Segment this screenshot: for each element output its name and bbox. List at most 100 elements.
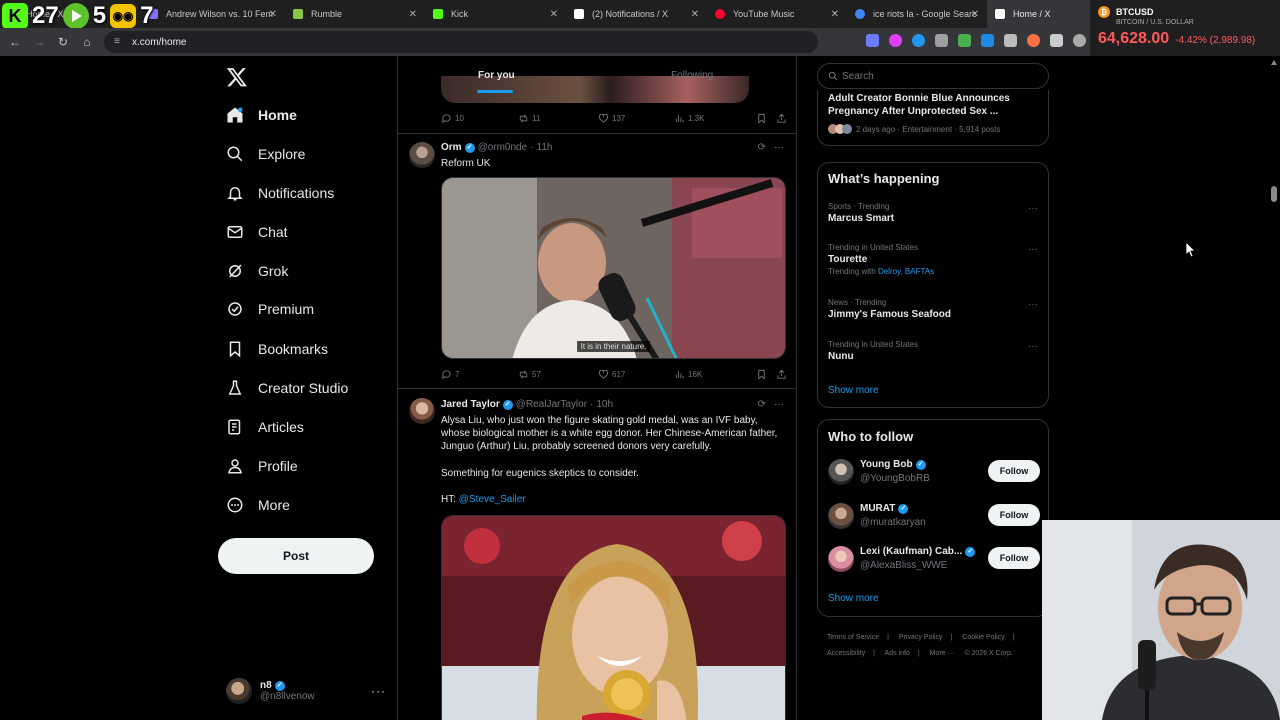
privacy-link[interactable]: Privacy Policy xyxy=(899,634,943,641)
extension-icon[interactable] xyxy=(958,34,971,47)
address-bar[interactable]: ≡ x.com/home xyxy=(104,31,818,53)
browser-tab[interactable]: YouTube Music ✕ xyxy=(707,0,847,28)
ads-info-link[interactable]: Ads info xyxy=(885,650,910,657)
extension-icon[interactable] xyxy=(889,34,902,47)
like-button[interactable]: 137 xyxy=(598,113,674,124)
nav-chat[interactable]: Chat xyxy=(226,223,288,241)
trend-item[interactable]: Trending in United States Tourette Trend… xyxy=(828,243,1040,276)
tweet-more-icon[interactable]: ··· xyxy=(774,399,784,410)
avatar[interactable] xyxy=(409,142,435,168)
mention-link[interactable]: @Steve_Sailer xyxy=(459,494,526,505)
extension-icon[interactable] xyxy=(981,34,994,47)
nav-explore[interactable]: Explore xyxy=(226,145,305,163)
browser-tab[interactable]: Andrew Wilson vs. 10 Fem ✕ xyxy=(140,0,285,28)
browser-tab[interactable]: Rumble ✕ xyxy=(285,0,425,28)
like-button[interactable]: 617 xyxy=(598,369,674,380)
trend-item[interactable]: Trending in United States Nunu xyxy=(828,340,1040,362)
extension-icon[interactable] xyxy=(1004,34,1017,47)
nav-bookmarks[interactable]: Bookmarks xyxy=(226,340,328,358)
tweet-author-handle[interactable]: @orm0nde xyxy=(478,142,528,153)
tweet-author-name[interactable]: Orm xyxy=(441,142,462,153)
close-tab-icon[interactable]: ✕ xyxy=(269,9,277,20)
extension-icon[interactable] xyxy=(935,34,948,47)
repost-button[interactable]: 11 xyxy=(518,113,598,124)
trend-related-links[interactable]: Delroy, BAFTAs xyxy=(878,267,934,276)
history-icon[interactable] xyxy=(1073,34,1086,47)
scroll-up-icon[interactable] xyxy=(1271,60,1277,65)
views-button[interactable]: 16K xyxy=(674,369,756,380)
nav-profile[interactable]: Profile xyxy=(226,457,298,475)
reload-icon[interactable]: ↻ xyxy=(51,30,75,54)
close-tab-icon[interactable]: ✕ xyxy=(831,9,839,20)
show-more-follow-link[interactable]: Show more xyxy=(828,593,879,604)
browser-tab-active[interactable]: Home / X xyxy=(987,0,1090,28)
close-tab-icon[interactable]: ✕ xyxy=(971,9,979,20)
reply-button[interactable]: 7 xyxy=(441,369,518,380)
x-logo-icon[interactable] xyxy=(226,66,248,88)
tab-for-you[interactable]: For you xyxy=(478,70,515,81)
more-link[interactable]: More ··· xyxy=(930,650,955,657)
nav-notifications[interactable]: Notifications xyxy=(226,184,334,202)
avatar[interactable] xyxy=(409,398,435,424)
close-tab-icon[interactable]: ✕ xyxy=(691,9,699,20)
tweet-author-name[interactable]: Jared Taylor xyxy=(441,399,500,410)
follow-button[interactable]: Follow xyxy=(988,504,1040,526)
tweet-image[interactable] xyxy=(441,515,786,720)
extension-icon[interactable] xyxy=(1027,34,1040,47)
forward-icon[interactable]: → xyxy=(27,30,51,54)
extensions-puzzle-icon[interactable] xyxy=(1050,34,1063,47)
site-info-icon[interactable]: ≡ xyxy=(114,36,126,48)
follow-button[interactable]: Follow xyxy=(988,547,1040,569)
follow-button[interactable]: Follow xyxy=(988,460,1040,482)
trend-item[interactable]: Sports · Trending Marcus Smart xyxy=(828,202,1040,224)
account-more-icon[interactable]: ··· xyxy=(371,684,386,698)
trend-more-icon[interactable]: ··· xyxy=(1028,203,1038,214)
tweet-time[interactable]: 11h xyxy=(537,142,553,153)
home-button-icon[interactable]: ⌂ xyxy=(75,30,99,54)
nav-articles[interactable]: Articles xyxy=(226,418,304,436)
extension-icon[interactable] xyxy=(866,34,879,47)
tweet-more-icon[interactable]: ··· xyxy=(774,142,784,153)
follow-suggestion[interactable]: Young Bob ✓ @YoungBobRB Follow xyxy=(828,457,1040,489)
share-button[interactable] xyxy=(776,369,787,380)
repost-button[interactable]: 57 xyxy=(518,369,598,380)
close-tab-icon[interactable]: ✕ xyxy=(409,9,417,20)
browser-tab[interactable]: Kick ✕ xyxy=(425,0,566,28)
grok-explain-icon[interactable]: ⟳ xyxy=(758,399,766,410)
tweet-author-handle[interactable]: @RealJarTaylor xyxy=(516,399,587,410)
nav-premium[interactable]: Premium xyxy=(226,300,314,318)
tweet-time[interactable]: 10h xyxy=(596,399,613,410)
trend-more-icon[interactable]: ··· xyxy=(1028,341,1038,352)
nav-home[interactable]: Home xyxy=(226,106,297,124)
accessibility-link[interactable]: Accessibility xyxy=(827,650,865,657)
account-switcher[interactable]: n8 ✓ @n8llvenow ··· xyxy=(226,676,386,706)
post-button[interactable]: Post xyxy=(218,538,374,574)
show-more-trends-link[interactable]: Show more xyxy=(828,385,879,396)
share-button[interactable] xyxy=(776,113,787,124)
follow-suggestion[interactable]: MURAT ✓ @muratkaryan Follow xyxy=(828,501,1040,533)
views-button[interactable]: 1.3K xyxy=(674,113,756,124)
trend-more-icon[interactable]: ··· xyxy=(1028,244,1038,255)
tab-following[interactable]: Following xyxy=(671,70,713,81)
extension-icon[interactable] xyxy=(912,34,925,47)
follow-suggestion[interactable]: Lexi (Kaufman) Cab... ✓ @AlexaBliss_WWE F… xyxy=(828,544,1040,576)
trend-more-icon[interactable]: ··· xyxy=(1028,299,1038,310)
trend-item[interactable]: News · Trending Jimmy's Famous Seafood xyxy=(828,298,1040,320)
top-story-card[interactable]: Adult Creator Bonnie Blue Announces Preg… xyxy=(817,90,1049,146)
nav-grok[interactable]: Grok xyxy=(226,262,288,280)
terms-link[interactable]: Terms of Service xyxy=(827,634,879,641)
close-tab-icon[interactable]: ✕ xyxy=(550,9,558,20)
reply-button[interactable]: 10 xyxy=(441,113,518,124)
search-input[interactable]: Search xyxy=(817,63,1049,89)
nav-creator-studio[interactable]: Creator Studio xyxy=(226,379,348,397)
browser-tab[interactable]: (2) Notifications / X ✕ xyxy=(566,0,707,28)
scrollbar-thumb[interactable] xyxy=(1271,186,1277,202)
tweet-video[interactable]: It is in their nature. xyxy=(441,177,786,359)
bookmark-button[interactable] xyxy=(756,113,776,124)
nav-more[interactable]: More xyxy=(226,496,290,514)
grok-explain-icon[interactable]: ⟳ xyxy=(758,142,766,153)
cookie-link[interactable]: Cookie Policy xyxy=(962,634,1004,641)
back-icon[interactable]: ← xyxy=(3,30,27,54)
bookmark-button[interactable] xyxy=(756,369,776,380)
browser-tab[interactable]: ice riots la - Google Searc ✕ xyxy=(847,0,987,28)
